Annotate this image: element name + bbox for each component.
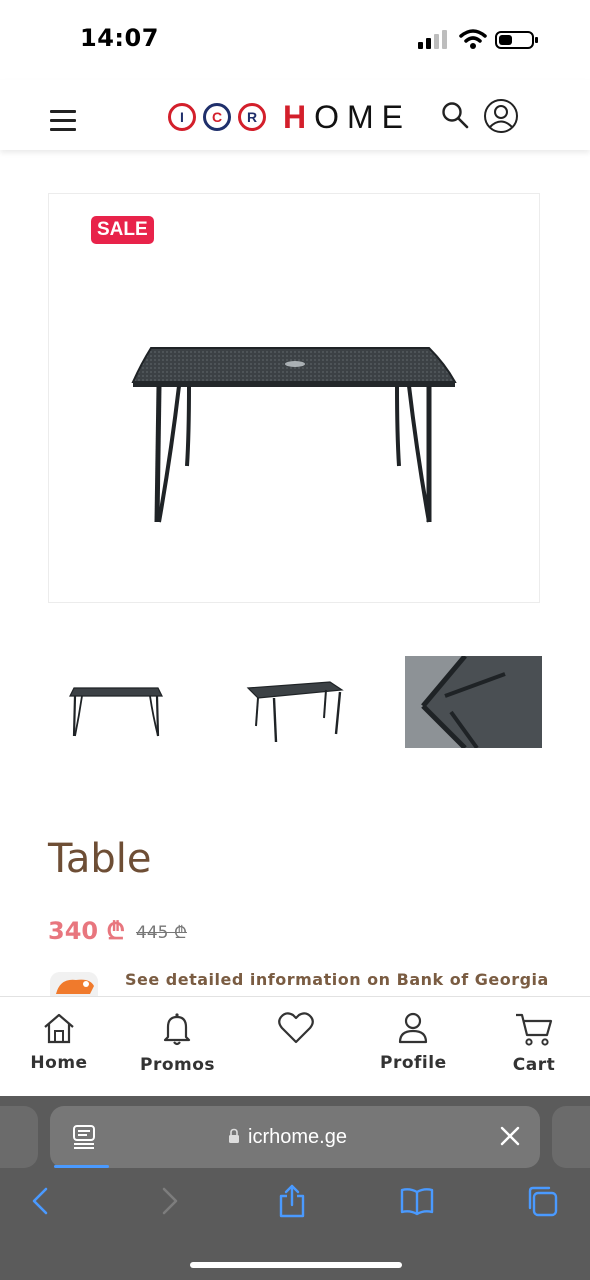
thumbnail-3[interactable] (405, 656, 542, 748)
previous-tab-preview[interactable] (0, 1106, 38, 1168)
table-image (131, 347, 457, 523)
nav-home-label: Home (30, 1053, 88, 1073)
product-main-image[interactable]: SALE (48, 193, 540, 603)
logo-letter-c: C (203, 103, 231, 131)
home-indicator[interactable] (190, 1262, 402, 1268)
heart-icon (278, 1012, 314, 1044)
back-arrow-icon[interactable] (24, 1184, 58, 1218)
thumbnail-2[interactable] (232, 656, 357, 748)
cart-icon (516, 1013, 553, 1046)
tabs-icon[interactable] (525, 1184, 559, 1218)
next-tab-preview[interactable] (552, 1106, 590, 1168)
search-icon[interactable] (440, 100, 470, 130)
address-bar[interactable]: icrhome.ge (50, 1106, 540, 1168)
home-icon (44, 1013, 74, 1044)
logo-word: HOME (283, 99, 411, 136)
bank-of-georgia-icon (50, 972, 98, 998)
product-old-price: 445 ₾ (136, 923, 187, 943)
sale-badge: SALE (91, 216, 154, 244)
cellular-signal-icon (418, 30, 447, 49)
reader-mode-icon[interactable] (72, 1124, 96, 1150)
nav-cart-label: Cart (512, 1055, 556, 1075)
nav-promos-label: Promos (140, 1055, 216, 1075)
close-icon[interactable] (498, 1124, 522, 1148)
tab-indicator (54, 1165, 109, 1168)
menu-icon[interactable] (50, 110, 76, 132)
nav-profile-label: Profile (380, 1053, 447, 1073)
site-header: I C R HOME (0, 80, 590, 150)
product-price: 340 ₾ (48, 917, 125, 945)
forward-arrow-icon[interactable] (152, 1184, 186, 1218)
lock-icon (229, 1128, 239, 1143)
bookmarks-icon[interactable] (400, 1184, 434, 1218)
nav-cart[interactable]: Cart (510, 1011, 558, 1075)
brand-logo[interactable]: I C R HOME (168, 99, 411, 136)
bottom-navigation: Home Promos Profile Cart (0, 996, 590, 1097)
bell-icon (163, 1013, 191, 1046)
url-text: icrhome.ge (248, 1126, 347, 1148)
logo-letter-r: R (238, 103, 266, 131)
nav-profile[interactable]: Profile (380, 1011, 446, 1073)
nav-promos[interactable]: Promos (140, 1011, 216, 1075)
status-time: 14:07 (80, 24, 159, 52)
battery-icon (495, 31, 538, 49)
logo-word-rest: OME (314, 98, 411, 135)
thumbnail-1[interactable] (60, 656, 172, 748)
person-icon (398, 1012, 428, 1044)
bank-info-link[interactable]: See detailed information on Bank of Geor… (125, 970, 549, 989)
logo-letter-i: I (168, 103, 196, 131)
share-icon[interactable] (275, 1184, 309, 1218)
product-title: Table (48, 836, 152, 882)
browser-toolbar: icrhome.ge (0, 1096, 590, 1280)
wifi-icon (459, 29, 487, 49)
logo-word-first: H (283, 98, 315, 135)
nav-home[interactable]: Home (30, 1011, 88, 1073)
nav-wishlist[interactable] (276, 1011, 316, 1053)
status-bar: 14:07 (0, 0, 590, 80)
account-icon[interactable] (483, 98, 519, 134)
